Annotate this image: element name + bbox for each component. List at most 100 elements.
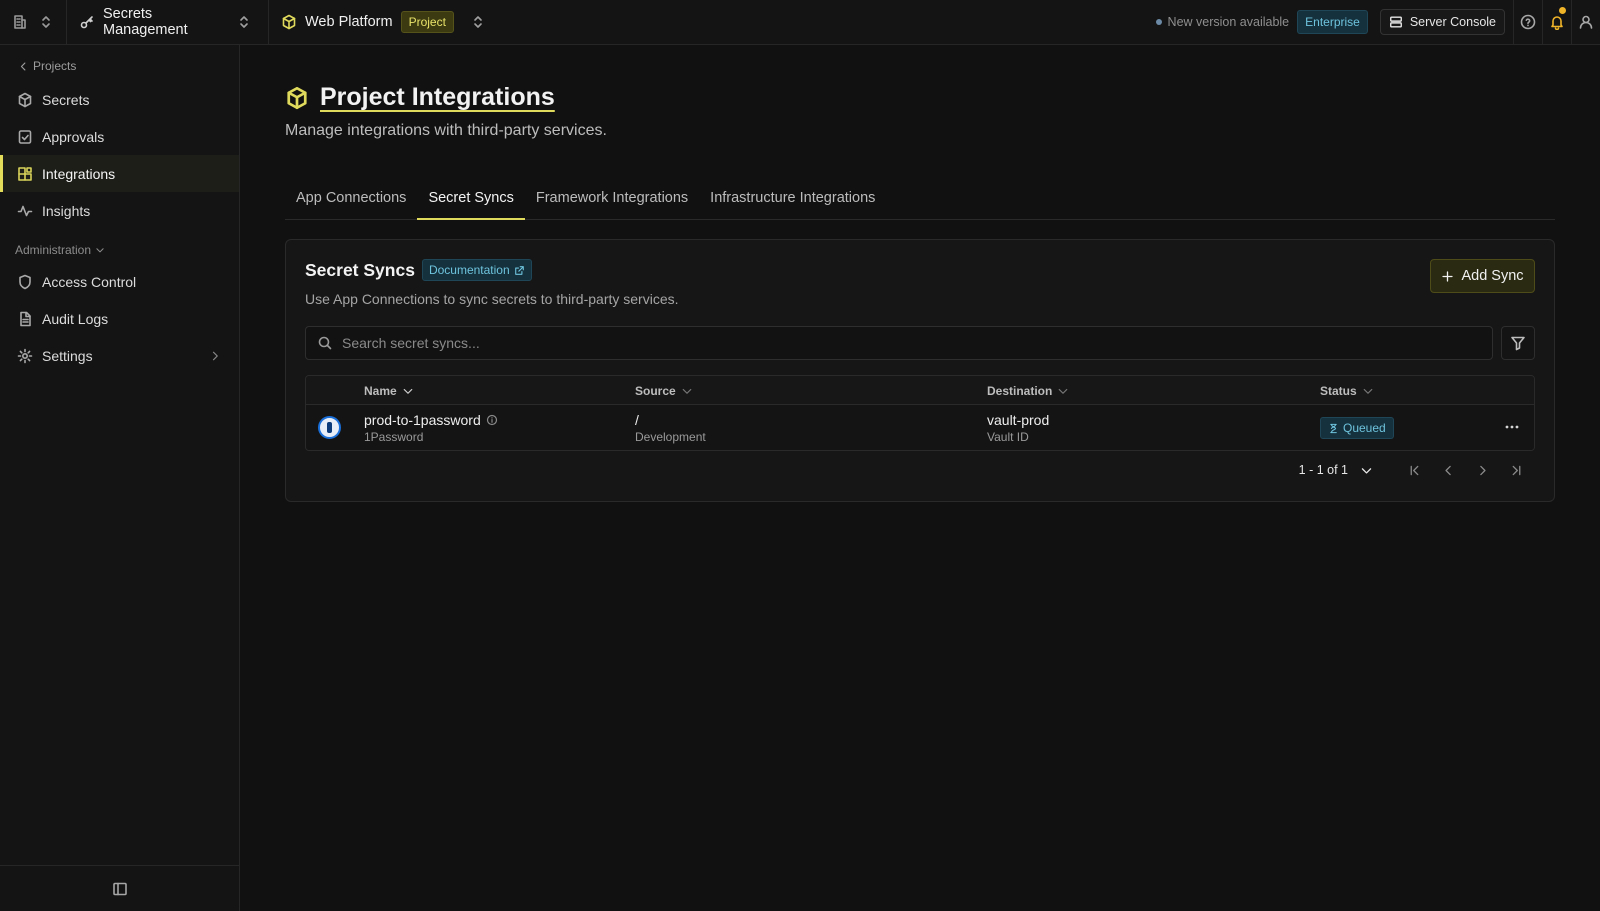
sidebar-item-insights[interactable]: Insights bbox=[0, 192, 239, 229]
column-status-header[interactable]: Status bbox=[1320, 376, 1374, 405]
sidebar-item-label: Settings bbox=[42, 347, 93, 364]
shield-icon bbox=[19, 274, 31, 289]
table-row[interactable]: prod-to-1password 1Password / Developmen… bbox=[306, 405, 1534, 450]
pagination-range: 1 - 1 of 1 bbox=[1298, 463, 1348, 477]
column-destination-header[interactable]: Destination bbox=[987, 376, 1069, 405]
search-icon bbox=[318, 336, 332, 350]
box-icon bbox=[18, 92, 32, 107]
page-header: Project Integrations bbox=[285, 83, 1555, 112]
destination-name: vault-prod bbox=[987, 412, 1050, 428]
chevron-down-icon bbox=[1058, 388, 1068, 394]
column-name-header[interactable]: Name bbox=[364, 376, 414, 405]
sidebar-item-approvals[interactable]: Approvals bbox=[0, 118, 239, 155]
source-cell: / Development bbox=[635, 412, 706, 444]
sidebar-item-integrations[interactable]: Integrations bbox=[0, 155, 239, 192]
chevron-down-icon bbox=[1361, 467, 1372, 474]
card-description: Use App Connections to sync secrets to t… bbox=[305, 291, 679, 307]
sidebar-item-label: Secrets bbox=[42, 91, 90, 108]
search-placeholder: Search secret syncs... bbox=[342, 335, 480, 351]
more-horizontal-icon bbox=[1505, 425, 1519, 429]
documentation-link[interactable]: Documentation bbox=[421, 259, 532, 281]
key-icon bbox=[80, 16, 93, 29]
project-switcher[interactable]: Web Platform Project bbox=[269, 0, 498, 45]
help-icon bbox=[1520, 14, 1536, 30]
page-title: Project Integrations bbox=[320, 83, 555, 111]
top-bar: Secrets Management Web Platform Project … bbox=[0, 0, 1600, 45]
chevron-down-icon bbox=[682, 388, 692, 394]
sync-service: 1Password bbox=[364, 430, 424, 444]
sidebar-item-secrets[interactable]: Secrets bbox=[0, 81, 239, 118]
card-title: Secret Syncs bbox=[305, 259, 415, 280]
administration-label: Administration bbox=[15, 243, 92, 257]
column-label: Name bbox=[364, 383, 397, 398]
chevron-down-icon bbox=[1363, 388, 1373, 394]
plan-badge: Enterprise bbox=[1297, 10, 1368, 34]
product-switcher[interactable]: Secrets Management bbox=[67, 0, 269, 45]
chevron-updown-icon bbox=[42, 16, 50, 28]
documentation-label: Documentation bbox=[428, 263, 510, 277]
back-label: Projects bbox=[33, 59, 77, 73]
name-cell: prod-to-1password 1Password bbox=[364, 412, 498, 444]
chevron-right-icon bbox=[212, 351, 218, 360]
plus-icon bbox=[1442, 270, 1454, 282]
chevron-right-icon bbox=[1479, 465, 1486, 475]
help-button[interactable] bbox=[1513, 0, 1542, 45]
destination-detail: Vault ID bbox=[987, 430, 1029, 444]
collapse-sidebar-button[interactable] bbox=[0, 865, 239, 911]
sidebar-item-audit-logs[interactable]: Audit Logs bbox=[0, 300, 239, 337]
integration-tabs: App Connections Secret Syncs Framework I… bbox=[285, 184, 1555, 220]
first-page-button[interactable] bbox=[1397, 464, 1431, 477]
chevron-left-icon bbox=[20, 62, 26, 70]
secret-syncs-table: Name Source Destination Status prod-to-1… bbox=[305, 375, 1535, 451]
project-badge: Project bbox=[400, 11, 454, 33]
chevron-first-icon bbox=[1410, 465, 1418, 475]
last-page-button[interactable] bbox=[1499, 464, 1533, 477]
administration-section-toggle[interactable]: Administration bbox=[0, 229, 239, 263]
next-page-button[interactable] bbox=[1465, 464, 1499, 477]
chevron-updown-icon bbox=[474, 16, 482, 28]
tab-secret-syncs[interactable]: Secret Syncs bbox=[417, 184, 525, 220]
file-icon bbox=[20, 311, 31, 326]
sidebar-item-access-control[interactable]: Access Control bbox=[0, 263, 239, 300]
tab-framework-integrations[interactable]: Framework Integrations bbox=[525, 184, 699, 220]
add-sync-button[interactable]: Add Sync bbox=[1430, 259, 1535, 293]
table-header: Name Source Destination Status bbox=[306, 376, 1534, 405]
server-console-button[interactable]: Server Console bbox=[1379, 9, 1505, 35]
page-size-select[interactable]: 1 - 1 of 1 bbox=[1299, 463, 1373, 477]
bell-icon bbox=[1551, 16, 1563, 30]
new-version-label: New version available bbox=[1167, 15, 1290, 29]
search-input[interactable]: Search secret syncs... bbox=[305, 326, 1493, 360]
sidebar-item-label: Audit Logs bbox=[42, 310, 109, 327]
puzzle-icon bbox=[18, 166, 32, 181]
chevron-left-icon bbox=[1444, 465, 1451, 475]
sidebar: Projects Secrets Approvals Integrations … bbox=[0, 45, 240, 911]
sidebar-toggle-icon bbox=[112, 882, 127, 895]
info-icon[interactable] bbox=[486, 414, 498, 426]
org-switcher[interactable] bbox=[0, 0, 67, 45]
search-row: Search secret syncs... bbox=[305, 326, 1535, 360]
user-menu-button[interactable] bbox=[1571, 0, 1600, 45]
destination-cell: vault-prod Vault ID bbox=[987, 412, 1049, 444]
sidebar-item-settings[interactable]: Settings bbox=[0, 337, 239, 374]
tab-app-connections[interactable]: App Connections bbox=[285, 184, 417, 220]
box-icon bbox=[287, 86, 307, 109]
filter-button[interactable] bbox=[1501, 326, 1535, 360]
new-version-link[interactable]: New version available bbox=[1155, 15, 1290, 29]
prev-page-button[interactable] bbox=[1431, 464, 1465, 477]
filter-icon bbox=[1511, 336, 1525, 351]
back-to-projects-link[interactable]: Projects bbox=[0, 45, 239, 75]
server-icon bbox=[1389, 16, 1402, 28]
row-actions-button[interactable] bbox=[1504, 419, 1520, 435]
column-source-header[interactable]: Source bbox=[635, 376, 693, 405]
tab-infrastructure-integrations[interactable]: Infrastructure Integrations bbox=[699, 184, 886, 220]
project-name: Web Platform bbox=[305, 14, 393, 30]
notifications-button[interactable] bbox=[1542, 0, 1571, 45]
chevron-updown-icon bbox=[240, 16, 248, 28]
notification-dot bbox=[1559, 6, 1566, 14]
status-label: Queued bbox=[1343, 421, 1386, 435]
card-header: Secret Syncs Documentation bbox=[305, 259, 1535, 281]
status-badge: Queued bbox=[1320, 417, 1394, 439]
building-icon bbox=[14, 15, 26, 29]
secret-syncs-card: Secret Syncs Documentation Use App Conne… bbox=[285, 239, 1555, 502]
column-label: Source bbox=[635, 383, 676, 398]
